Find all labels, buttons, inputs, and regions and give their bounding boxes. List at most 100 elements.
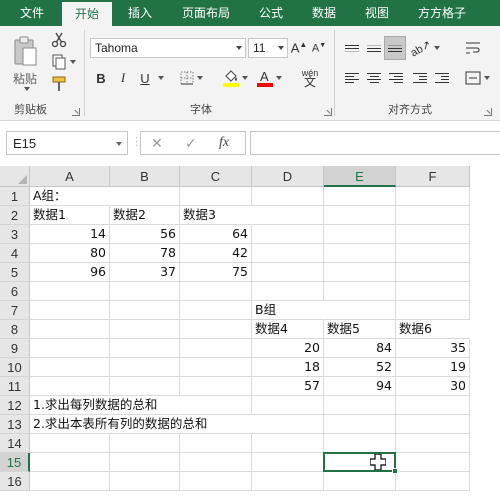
cell-e12[interactable] [324,396,396,415]
column-header-c[interactable]: C [180,166,252,187]
cell-f12[interactable] [396,396,470,415]
cell-c7[interactable] [180,301,252,320]
cell-b16[interactable] [110,472,180,491]
cell-e13[interactable] [324,415,396,434]
cell-f13[interactable] [396,415,470,434]
cell-b4[interactable]: 78 [110,244,180,263]
row-header-3[interactable]: 3 [0,225,30,244]
underline-dropdown[interactable] [154,68,164,88]
cell-e4[interactable] [324,244,396,263]
cell-a6[interactable] [30,282,110,301]
cell-c2[interactable]: 数据3 [180,206,252,225]
cell-d8[interactable]: 数据4 [252,320,324,339]
cell-d5[interactable] [252,263,324,282]
cell-f16[interactable] [396,472,470,491]
column-header-e[interactable]: E [324,166,396,187]
cell-a12[interactable]: 1.求出每列数据的总和 [30,396,157,415]
cell-c13[interactable] [180,415,252,434]
italic-button[interactable]: I [114,68,132,88]
tab-insert[interactable]: 插入 [114,0,166,26]
cell-a7[interactable] [30,301,110,320]
font-size-dropdown[interactable]: 11 [248,38,288,58]
cell-d16[interactable] [252,472,324,491]
cell-a11[interactable] [30,377,110,396]
cell-c8[interactable] [180,320,252,339]
cell-a16[interactable] [30,472,110,491]
cell-d1[interactable] [252,187,324,206]
cell-f2[interactable] [396,206,470,225]
underline-button[interactable]: U [136,68,154,88]
row-header-9[interactable]: 9 [0,339,30,358]
cell-c6[interactable] [180,282,252,301]
cell-d11[interactable]: 57 [252,377,324,396]
cell-f7[interactable] [396,301,470,320]
cell-a14[interactable] [30,434,110,453]
cell-b7[interactable] [110,301,180,320]
cell-d3[interactable] [252,225,324,244]
cell-c16[interactable] [180,472,252,491]
cell-c3[interactable]: 64 [180,225,252,244]
alignment-launcher-icon[interactable] [484,108,492,116]
cell-b5[interactable]: 37 [110,263,180,282]
borders-button[interactable] [176,68,206,88]
cell-a13[interactable]: 2.求出本表所有列的数据的总和 [30,415,207,434]
cell-d14[interactable] [252,434,324,453]
cell-b3[interactable]: 56 [110,225,180,244]
cell-c1[interactable] [180,187,252,206]
row-header-2[interactable]: 2 [0,206,30,225]
row-header-15[interactable]: 15 [0,453,30,472]
row-header-12[interactable]: 12 [0,396,30,415]
tab-formulas[interactable]: 公式 [246,0,296,26]
cell-d2[interactable] [252,206,324,225]
cell-c5[interactable]: 75 [180,263,252,282]
cell-e9[interactable]: 84 [324,339,396,358]
cell-e6[interactable] [324,282,396,301]
cell-c12[interactable] [180,396,252,415]
merge-center-button[interactable] [462,68,492,88]
cell-f15[interactable] [396,453,470,472]
row-header-8[interactable]: 8 [0,320,30,339]
cell-e1[interactable] [324,187,396,206]
cell-d4[interactable] [252,244,324,263]
decrease-font-size-button[interactable]: A▼ [310,38,328,58]
increase-font-size-button[interactable]: A▲ [290,38,308,58]
cell-f14[interactable] [396,434,470,453]
cell-e10[interactable]: 52 [324,358,396,377]
cell-f8[interactable]: 数据6 [396,320,470,339]
cell-e7[interactable] [324,301,396,320]
cell-c11[interactable] [180,377,252,396]
fill-handle[interactable] [392,468,398,474]
row-header-16[interactable]: 16 [0,472,30,491]
row-header-10[interactable]: 10 [0,358,30,377]
cancel-icon[interactable]: ✕ [151,135,163,152]
cell-a8[interactable] [30,320,110,339]
fill-color-button[interactable] [220,66,250,90]
row-header-14[interactable]: 14 [0,434,30,453]
column-header-f[interactable]: F [396,166,470,187]
cell-a5[interactable]: 96 [30,263,110,282]
row-header-6[interactable]: 6 [0,282,30,301]
row-header-7[interactable]: 7 [0,301,30,320]
phonetic-guide-button[interactable]: wén 文 [296,66,324,90]
cell-f11[interactable]: 30 [396,377,470,396]
tab-data[interactable]: 数据 [298,0,350,26]
cell-c4[interactable]: 42 [180,244,252,263]
tab-home[interactable]: 开始 [62,2,112,26]
cell-a9[interactable] [30,339,110,358]
font-color-button[interactable]: A [254,66,284,90]
cell-f3[interactable] [396,225,470,244]
cell-a15[interactable] [30,453,110,472]
cell-b12[interactable] [110,396,180,415]
column-header-a[interactable]: A [30,166,110,187]
cell-a1[interactable]: A组： [30,187,110,206]
clipboard-launcher-icon[interactable] [72,108,80,116]
insert-function-icon[interactable]: fx [219,135,229,151]
cell-f4[interactable] [396,244,470,263]
middle-align-button[interactable] [364,38,384,58]
cell-f9[interactable]: 35 [396,339,470,358]
cell-b11[interactable] [110,377,180,396]
font-launcher-icon[interactable] [324,108,332,116]
tab-view[interactable]: 视图 [352,0,402,26]
top-align-button[interactable] [342,38,362,58]
cell-a2[interactable]: 数据1 [30,206,110,225]
